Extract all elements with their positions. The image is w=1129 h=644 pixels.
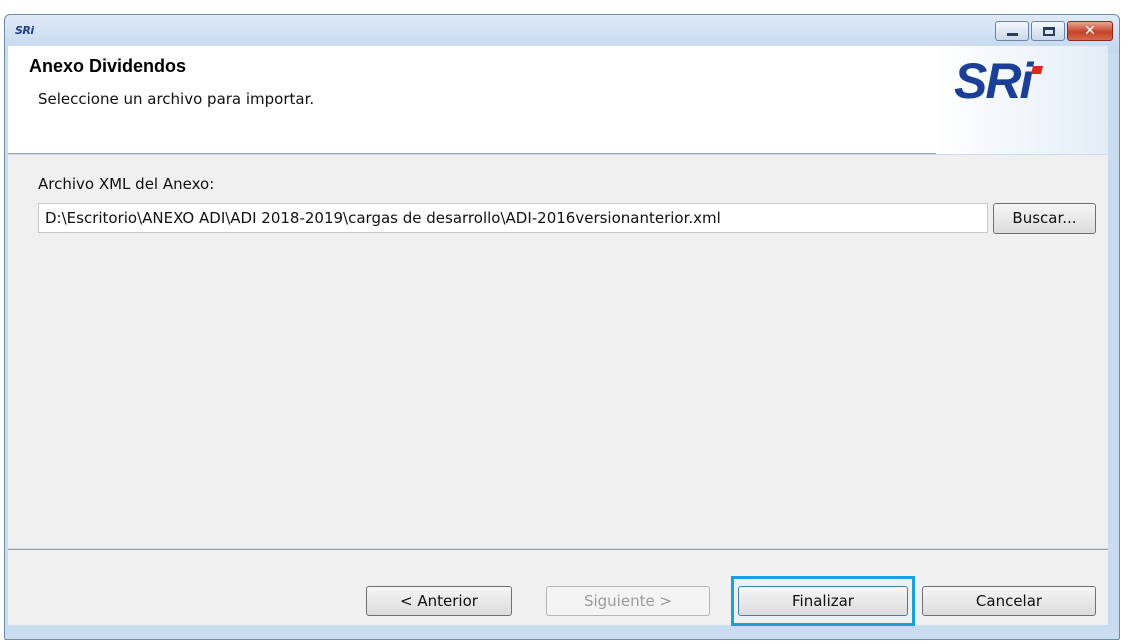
sri-app-icon: SRi	[15, 24, 34, 37]
back-button[interactable]: < Anterior	[366, 586, 512, 616]
page-title: Anexo Dividendos	[29, 56, 187, 76]
finish-button[interactable]: Finalizar	[738, 586, 908, 616]
maximize-button[interactable]	[1031, 21, 1065, 41]
close-icon: ✕	[1084, 23, 1096, 39]
wizard-content: Archivo XML del Anexo: D:\Escritorio\ANE…	[8, 155, 1108, 548]
page-subtitle: Seleccione un archivo para importar.	[38, 90, 315, 108]
wizard-header: Anexo Dividendos Seleccione un archivo p…	[8, 46, 1108, 154]
wizard-footer: < Anterior Siguiente > Finalizar Cancela…	[8, 549, 1108, 626]
sri-logo: SRi	[954, 53, 1033, 109]
file-field-label: Archivo XML del Anexo:	[38, 175, 215, 193]
next-button: Siguiente >	[546, 586, 710, 616]
file-path-input[interactable]: D:\Escritorio\ANEXO ADI\ADI 2018-2019\ca…	[38, 203, 988, 233]
maximize-icon	[1043, 27, 1055, 36]
minimize-button[interactable]	[995, 21, 1029, 41]
cancel-button[interactable]: Cancelar	[922, 586, 1096, 616]
browse-button[interactable]: Buscar...	[993, 203, 1096, 234]
minimize-icon	[1007, 33, 1018, 36]
window-controls: ✕	[995, 21, 1113, 41]
close-button[interactable]: ✕	[1067, 21, 1113, 41]
sri-logo-area: SRi	[936, 46, 1108, 154]
logo-accent-mark	[1030, 66, 1044, 74]
